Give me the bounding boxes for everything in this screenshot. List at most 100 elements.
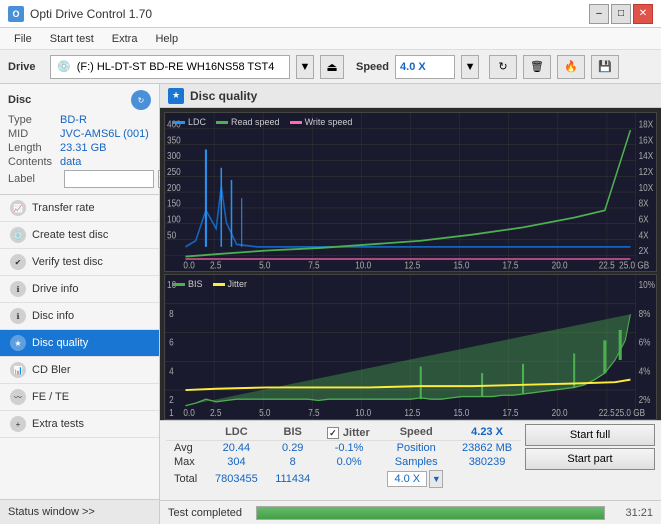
disc-refresh-button[interactable]: ↻ <box>131 90 151 110</box>
drive-value: (F:) HL-DT-ST BD-RE WH16NS58 TST4 <box>77 61 275 73</box>
svg-text:8X: 8X <box>639 198 649 209</box>
svg-text:4%: 4% <box>639 365 651 377</box>
svg-text:2%: 2% <box>639 393 651 405</box>
disc-label-label: Label <box>8 173 60 185</box>
save-button[interactable]: 💾 <box>591 55 619 79</box>
svg-text:6%: 6% <box>639 336 651 348</box>
svg-text:6: 6 <box>169 336 174 348</box>
drivebar: Drive 💿 (F:) HL-DT-ST BD-RE WH16NS58 TST… <box>0 50 661 84</box>
disc-panel: Disc ↻ Type BD-R MID JVC-AMS6L (001) Len… <box>0 84 159 195</box>
ldc-chart: LDC Read speed Write speed <box>164 112 657 272</box>
svg-text:18X: 18X <box>639 119 654 130</box>
menu-start-test[interactable]: Start test <box>42 31 102 47</box>
speed-value: 4.0 X <box>400 61 426 73</box>
total-bis: 111434 <box>267 469 319 489</box>
legend-read-speed: Read speed <box>216 117 280 127</box>
sidebar: Disc ↻ Type BD-R MID JVC-AMS6L (001) Len… <box>0 84 160 524</box>
nav-transfer-rate[interactable]: 📈 Transfer rate <box>0 195 159 222</box>
total-ldc: 7803455 <box>206 469 266 489</box>
speed-label: Speed <box>356 61 389 73</box>
start-full-button[interactable]: Start full <box>525 424 655 446</box>
nav-drive-info[interactable]: ℹ Drive info <box>0 276 159 303</box>
max-jitter: 0.0% <box>319 455 379 469</box>
nav-disc-info[interactable]: ℹ Disc info <box>0 303 159 330</box>
nav-items: 📈 Transfer rate 💿 Create test disc ✔ Ver… <box>0 195 159 438</box>
start-part-button[interactable]: Start part <box>525 448 655 470</box>
nav-disc-info-label: Disc info <box>32 310 74 322</box>
svg-text:25.0 GB: 25.0 GB <box>619 260 649 271</box>
menu-extra[interactable]: Extra <box>104 31 146 47</box>
menu-help[interactable]: Help <box>147 31 186 47</box>
nav-create-test-disc[interactable]: 💿 Create test disc <box>0 222 159 249</box>
svg-text:2.5: 2.5 <box>210 406 221 418</box>
chart1-legend: LDC Read speed Write speed <box>173 117 352 127</box>
nav-verify-test-disc-label: Verify test disc <box>32 256 103 268</box>
nav-cd-bler[interactable]: 📊 CD Bler <box>0 357 159 384</box>
svg-text:17.5: 17.5 <box>503 260 519 271</box>
legend-write-speed: Write speed <box>290 117 353 127</box>
drive-label: Drive <box>8 61 44 73</box>
chart2-legend: BIS Jitter <box>173 279 247 289</box>
drive-info-icon: ℹ <box>10 281 26 297</box>
eject-button[interactable]: ⏏ <box>320 55 344 79</box>
progress-bar-container <box>256 506 605 520</box>
disc-panel-title: Disc <box>8 94 31 106</box>
avg-bis: 0.29 <box>267 441 319 456</box>
maximize-button[interactable]: □ <box>611 4 631 24</box>
disc-label-input[interactable] <box>64 170 154 188</box>
stats-table: LDC BIS Jitter Speed 4.23 X <box>166 424 521 497</box>
nav-create-test-disc-label: Create test disc <box>32 229 108 241</box>
svg-text:2X: 2X <box>639 245 649 256</box>
status-window-button[interactable]: Status window >> <box>8 504 151 520</box>
speed-setting-select[interactable]: 4.0 X <box>387 471 427 487</box>
nav-extra-tests-label: Extra tests <box>32 418 84 430</box>
svg-text:22.5: 22.5 <box>599 406 615 418</box>
disc-quality-header-icon: ★ <box>168 88 184 104</box>
erase-button[interactable]: 🗑 <box>523 55 551 79</box>
menu-file[interactable]: File <box>6 31 40 47</box>
svg-text:10%: 10% <box>639 278 655 290</box>
jitter-checkbox[interactable] <box>327 427 339 439</box>
svg-text:0.0: 0.0 <box>183 406 194 418</box>
col-ldc-header: LDC <box>206 424 266 441</box>
status-window-area: Status window >> <box>0 499 159 524</box>
bottom-status-bar: Test completed 31:21 <box>160 500 661 524</box>
max-ldc: 304 <box>206 455 266 469</box>
drive-selector[interactable]: 💿 (F:) HL-DT-ST BD-RE WH16NS58 TST4 <box>50 55 290 79</box>
legend-ldc: LDC <box>173 117 206 127</box>
svg-text:4: 4 <box>169 365 174 377</box>
svg-text:12X: 12X <box>639 166 654 177</box>
svg-text:1: 1 <box>169 406 174 418</box>
svg-text:5.0: 5.0 <box>259 260 270 271</box>
svg-text:10X: 10X <box>639 182 654 193</box>
nav-verify-test-disc[interactable]: ✔ Verify test disc <box>0 249 159 276</box>
nav-disc-quality-label: Disc quality <box>32 337 88 349</box>
samples-label: Samples <box>379 455 453 469</box>
length-label: Length <box>8 142 60 154</box>
col-label-header <box>166 424 206 441</box>
nav-drive-info-label: Drive info <box>32 283 78 295</box>
svg-text:100: 100 <box>167 214 181 225</box>
svg-text:12.5: 12.5 <box>404 406 420 418</box>
titlebar-left: O Opti Drive Control 1.70 <box>8 6 152 22</box>
nav-disc-quality[interactable]: ★ Disc quality <box>0 330 159 357</box>
nav-fe-te[interactable]: 〰 FE / TE <box>0 384 159 411</box>
drive-dropdown-arrow[interactable]: ▼ <box>296 55 314 79</box>
svg-text:4X: 4X <box>639 230 649 241</box>
length-value: 23.31 GB <box>60 142 106 154</box>
status-text: Test completed <box>168 507 248 519</box>
disc-quality-title: Disc quality <box>190 89 257 103</box>
speed-selector[interactable]: 4.0 X <box>395 55 455 79</box>
max-label: Max <box>166 455 206 469</box>
refresh-button[interactable]: ↻ <box>489 55 517 79</box>
speed-setting-dropdown[interactable]: ▼ <box>429 470 443 488</box>
minimize-button[interactable]: – <box>589 4 609 24</box>
titlebar: O Opti Drive Control 1.70 – □ ✕ <box>0 0 661 28</box>
svg-text:7.5: 7.5 <box>308 406 319 418</box>
burn-button[interactable]: 🔥 <box>557 55 585 79</box>
nav-extra-tests[interactable]: + Extra tests <box>0 411 159 438</box>
svg-text:6X: 6X <box>639 214 649 225</box>
close-button[interactable]: ✕ <box>633 4 653 24</box>
speed-dropdown-arrow[interactable]: ▼ <box>461 55 479 79</box>
type-label: Type <box>8 114 60 126</box>
